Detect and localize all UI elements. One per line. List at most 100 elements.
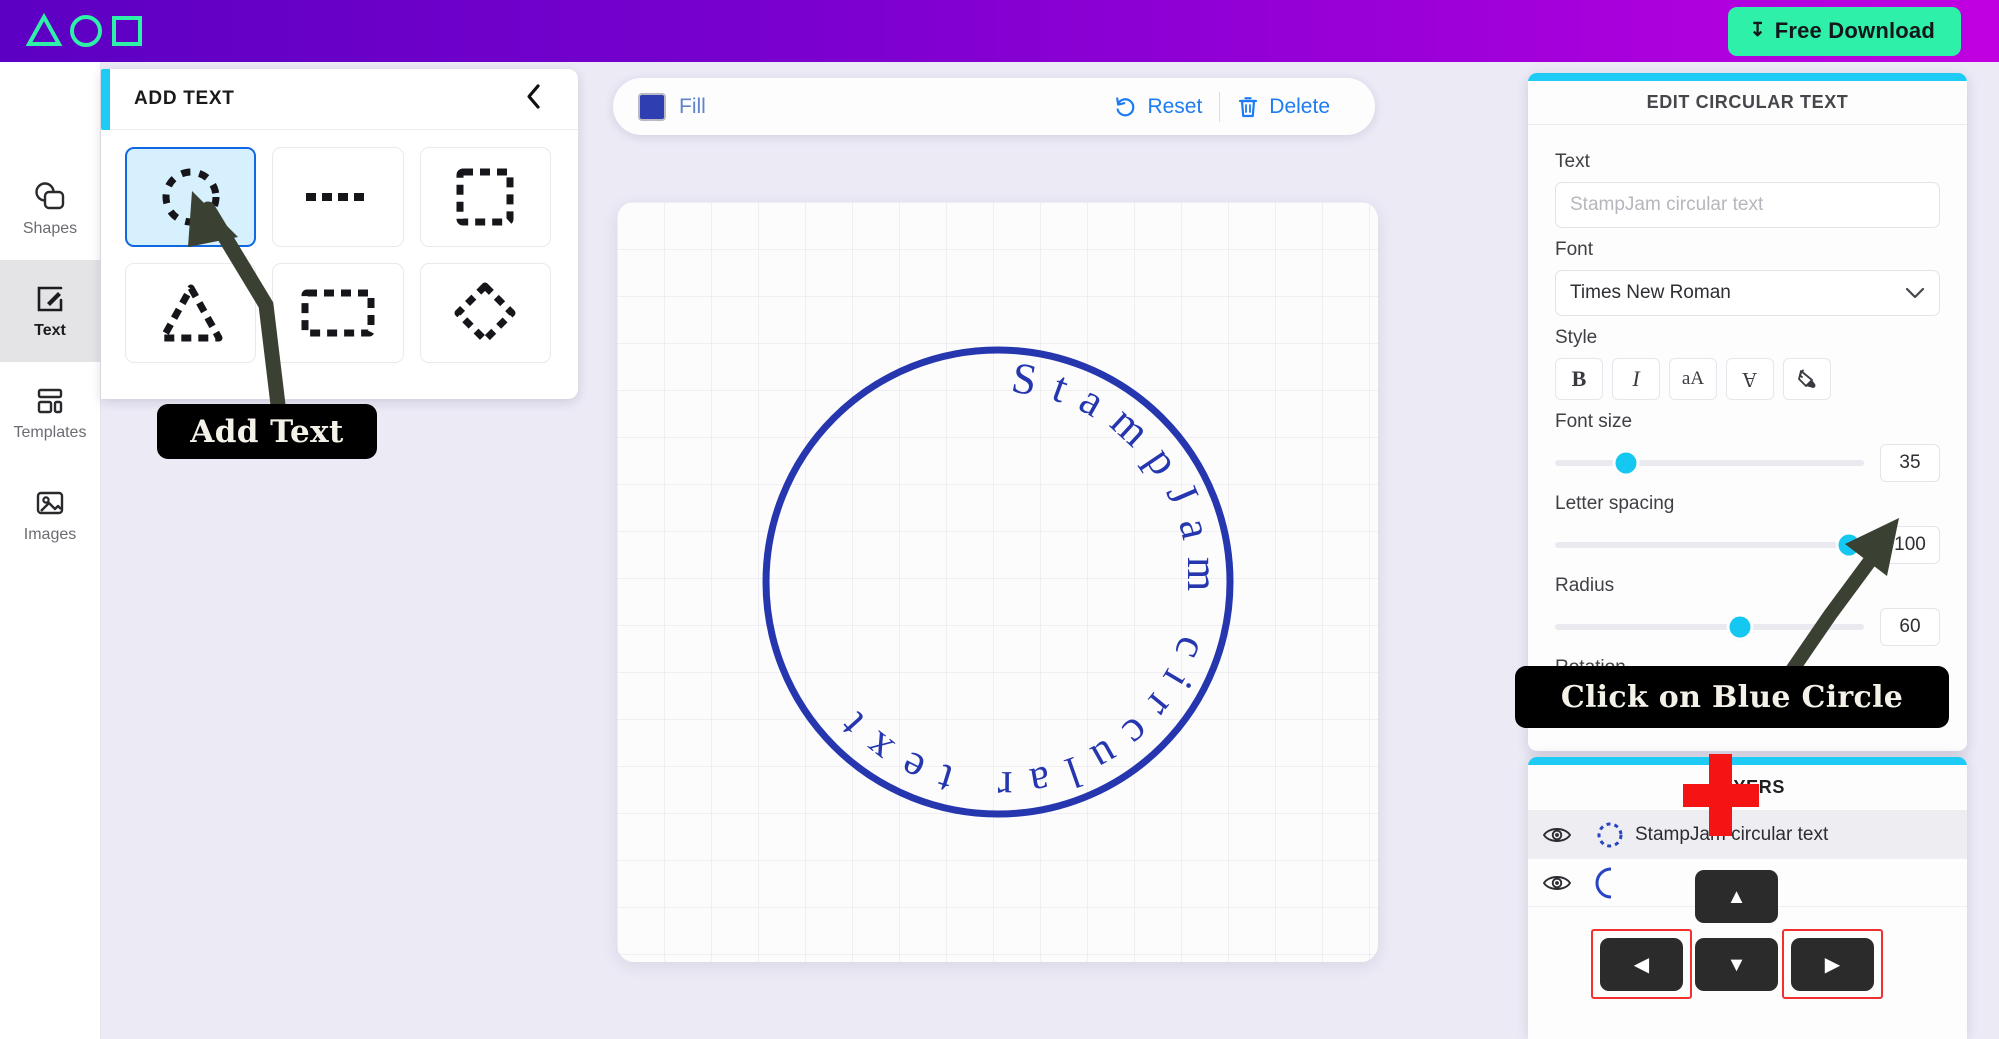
sidebar-item-label: Templates [13,423,87,441]
edit-panel-title: EDIT CIRCULAR TEXT [1528,81,1967,125]
fill-control[interactable]: Fill [638,92,706,121]
italic-button[interactable]: I [1612,358,1660,400]
radius-slider-row: 60 [1555,608,1940,646]
font-field-label: Font [1555,239,1594,260]
object-toolbar: Fill Reset Delete [613,78,1375,135]
shape-option-circle-path[interactable] [125,147,257,247]
font-select[interactable]: Times New Roman [1555,270,1940,316]
font-size-value[interactable]: 35 [1880,444,1940,482]
letter-spacing-slider-row: 100 [1555,526,1940,564]
reset-label: Reset [1147,94,1203,118]
edit-panel-body: Text Font Times New Roman Style B I aA A [1528,125,1967,679]
fill-color-swatch[interactable] [638,92,666,121]
templates-icon [37,388,63,413]
sidebar-item-shapes[interactable]: Shapes [0,158,100,260]
download-icon: ↧ [1749,20,1766,41]
sidebar-item-label: Shapes [22,219,78,237]
circular-text-input[interactable] [1555,182,1940,228]
toolbar-actions: Reset Delete [1096,91,1347,122]
shape-option-line-path[interactable] [272,147,404,247]
letter-spacing-slider[interactable] [1555,534,1864,556]
text-case-button[interactable]: aA [1669,358,1717,400]
radius-slider-knob[interactable] [1729,616,1751,638]
radius-slider[interactable] [1555,616,1864,638]
dashed-line-icon [305,193,370,201]
dashed-square-icon [456,168,514,226]
font-size-slider[interactable] [1555,452,1864,474]
edit-circular-text-panel: EDIT CIRCULAR TEXT Text Font Times New R… [1528,73,1967,751]
design-canvas[interactable]: StampJam circular text [617,202,1378,962]
nudge-left-glyph: ◀ [1633,953,1650,976]
panel-accent-bar [101,69,110,130]
radius-value[interactable]: 60 [1880,608,1940,646]
font-size-slider-row: 35 [1555,444,1940,482]
add-text-panel: ADD TEXT [101,69,578,399]
free-download-label: Free Download [1774,17,1935,43]
nudge-up-glyph: ▲ [1726,885,1747,908]
nudge-keypad: ▲ ◀ ▼ ▶ [1570,860,1910,1020]
undo-icon [1116,96,1135,116]
flip-text-button[interactable]: A [1726,358,1774,400]
nudge-right-glyph: ▶ [1824,953,1841,976]
letter-spacing-value[interactable]: 100 [1880,526,1940,564]
app-root: ↧ Free Download Shapes Text Templates Im… [0,0,1999,1039]
stampjam-logo[interactable] [26,13,144,49]
panel-accent-bar [1528,73,1967,81]
sidebar-item-label: Text [34,321,66,339]
collapse-panel-button[interactable] [521,83,546,115]
shape-option-square-path[interactable] [419,147,551,247]
text-field-label: Text [1555,151,1590,172]
fill-color-button[interactable] [1783,358,1831,400]
callout-add-text: Add Text [157,404,377,459]
dashed-diamond-icon [454,282,516,344]
style-button-row: B I aA A [1555,358,1940,400]
text-edit-icon [37,286,63,311]
eye-icon [1542,875,1571,890]
nudge-down-glyph: ▼ [1726,953,1747,976]
nudge-down-button[interactable]: ▼ [1695,938,1778,991]
dashed-circle-icon [162,168,220,226]
fill-label: Fill [679,94,706,118]
dashed-rectangle-icon [301,289,375,337]
paint-bucket-icon [1798,369,1816,388]
eye-icon [1542,827,1571,842]
sidebar-item-text[interactable]: Text [0,260,100,362]
add-layer-plus-marker [1683,754,1759,836]
add-text-header: ADD TEXT [101,69,578,130]
shapes-icon [35,181,65,209]
letter-spacing-slider-knob[interactable] [1838,534,1860,556]
nudge-right-button[interactable]: ▶ [1791,938,1874,991]
bold-button[interactable]: B [1555,358,1603,400]
callout-click-blue-circle: Click on Blue Circle [1515,666,1949,728]
style-field-label: Style [1555,327,1598,348]
add-text-title: ADD TEXT [134,88,235,109]
layer-visibility-toggle[interactable] [1528,825,1585,845]
nudge-up-button[interactable]: ▲ [1695,870,1778,923]
reset-button[interactable]: Reset [1096,95,1219,119]
chevron-left-icon [527,84,540,109]
font-select-value: Times New Roman [1570,282,1731,303]
free-download-button[interactable]: ↧ Free Download [1727,6,1961,56]
letter-spacing-label: Letter spacing [1555,493,1675,514]
trash-icon [1239,96,1258,117]
logo-shapes-icon [26,13,142,47]
nudge-left-button[interactable]: ◀ [1600,938,1683,991]
shape-option-diamond-path[interactable] [419,263,551,363]
circular-text-stamp[interactable]: StampJam circular text [754,338,1242,826]
layer-thumbnail [1585,820,1635,850]
stamp-outer-ring [762,346,1233,818]
delete-button[interactable]: Delete [1220,95,1347,119]
font-size-slider-knob[interactable] [1615,452,1637,474]
delete-label: Delete [1269,94,1330,118]
left-rail: Shapes Text Templates Images [0,62,101,1039]
text-shape-grid [101,130,578,383]
dashed-circle-icon [1597,822,1623,847]
shape-option-triangle-path[interactable] [125,263,257,363]
sidebar-item-images[interactable]: Images [0,464,100,566]
image-icon [36,491,64,514]
dashed-triangle-icon [159,284,223,342]
sidebar-item-label: Images [23,525,77,543]
shape-option-rectangle-path[interactable] [272,263,404,363]
font-size-label: Font size [1555,411,1633,432]
sidebar-item-templates[interactable]: Templates [0,362,100,464]
